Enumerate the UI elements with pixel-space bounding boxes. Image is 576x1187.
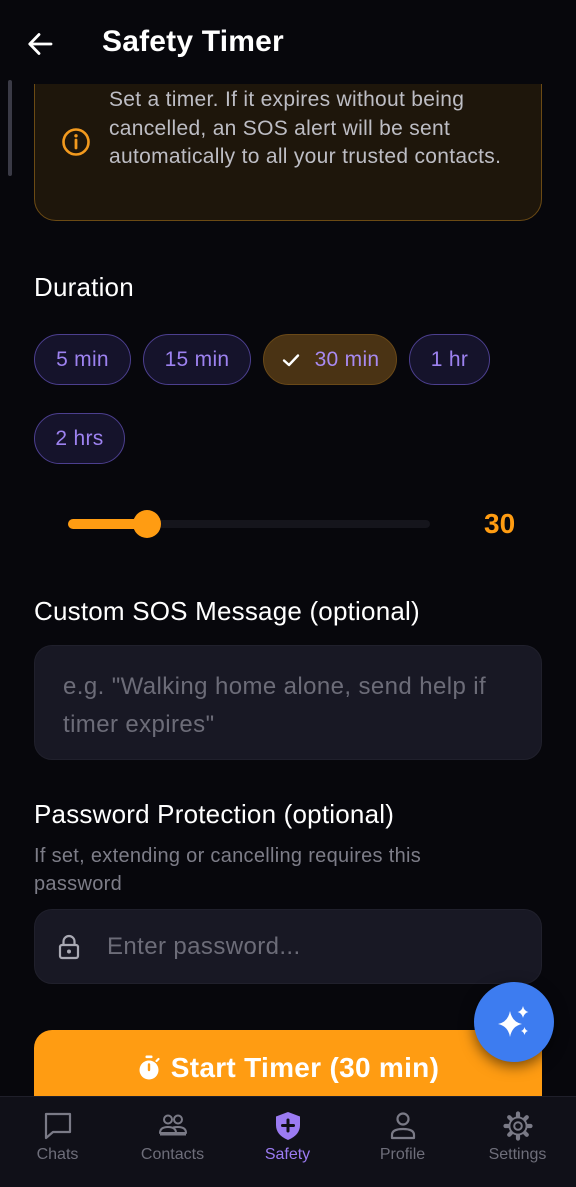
ai-assistant-button[interactable] bbox=[474, 982, 554, 1062]
info-text: Set a timer. If it expires without being… bbox=[109, 88, 502, 168]
arrow-left-icon bbox=[28, 33, 53, 55]
duration-value: 30 bbox=[484, 508, 516, 539]
nav-label: Contacts bbox=[140, 1146, 205, 1163]
shield-plus-icon bbox=[276, 1112, 300, 1140]
password-helper-text: If set, extending or cancelling requires… bbox=[34, 845, 422, 895]
custom-message-label: Custom SOS Message (optional) bbox=[34, 596, 420, 626]
check-icon bbox=[282, 353, 299, 366]
duration-label: Duration bbox=[34, 272, 134, 302]
scrollbar[interactable] bbox=[8, 80, 12, 176]
password-input[interactable] bbox=[107, 910, 527, 983]
back-button[interactable] bbox=[22, 26, 58, 62]
person-icon bbox=[390, 1112, 416, 1140]
app-header: Safety Timer bbox=[0, 0, 576, 84]
duration-chip-1hr[interactable]: 1 hr bbox=[409, 334, 490, 385]
custom-message-placeholder: e.g. "Walking home alone, send help if t… bbox=[63, 673, 487, 738]
group-icon bbox=[159, 1114, 187, 1136]
info-banner: Set a timer. If it expires without being… bbox=[34, 60, 542, 221]
gear-icon bbox=[503, 1111, 533, 1141]
password-field[interactable] bbox=[34, 909, 542, 984]
custom-message-input[interactable]: e.g. "Walking home alone, send help if t… bbox=[34, 645, 542, 760]
duration-chip-30min[interactable]: 30 min bbox=[263, 334, 397, 385]
nav-label: Profile bbox=[379, 1146, 426, 1163]
nav-item-contacts[interactable]: Contacts bbox=[115, 1097, 230, 1187]
duration-chip-2hrs[interactable]: 2 hrs bbox=[34, 413, 125, 464]
sparkle-icon bbox=[498, 1006, 529, 1037]
chip-label: 15 min bbox=[164, 347, 230, 371]
duration-slider-thumb[interactable] bbox=[132, 510, 161, 538]
nav-label: Settings bbox=[488, 1146, 547, 1163]
duration-chip-15min[interactable]: 15 min bbox=[143, 334, 251, 385]
nav-item-safety[interactable]: Safety bbox=[230, 1097, 345, 1187]
chat-bubble-icon bbox=[44, 1112, 72, 1140]
chip-label: 2 hrs bbox=[55, 426, 104, 450]
duration-chip-5min[interactable]: 5 min bbox=[34, 334, 131, 385]
nav-item-profile[interactable]: Profile bbox=[345, 1097, 460, 1187]
safety-timer-screen: Set a timer. If it expires without being… bbox=[0, 0, 576, 1187]
page-title: Safety Timer bbox=[102, 25, 284, 58]
chip-label: 1 hr bbox=[430, 347, 469, 371]
start-timer-label: Start Timer (30 min) bbox=[170, 1052, 440, 1083]
info-circle-icon bbox=[62, 128, 90, 156]
nav-label: Chats bbox=[36, 1146, 79, 1163]
nav-item-chats[interactable]: Chats bbox=[0, 1097, 115, 1187]
lock-icon bbox=[58, 934, 80, 960]
bottom-navigation: Chats Contacts Safety Profile Settings bbox=[0, 1096, 576, 1187]
nav-label: Safety bbox=[264, 1146, 311, 1163]
stopwatch-icon bbox=[139, 1055, 160, 1080]
password-label: Password Protection (optional) bbox=[34, 799, 395, 829]
nav-item-settings[interactable]: Settings bbox=[460, 1097, 575, 1187]
chip-label: 30 min bbox=[314, 347, 380, 371]
chip-label: 5 min bbox=[56, 347, 109, 371]
